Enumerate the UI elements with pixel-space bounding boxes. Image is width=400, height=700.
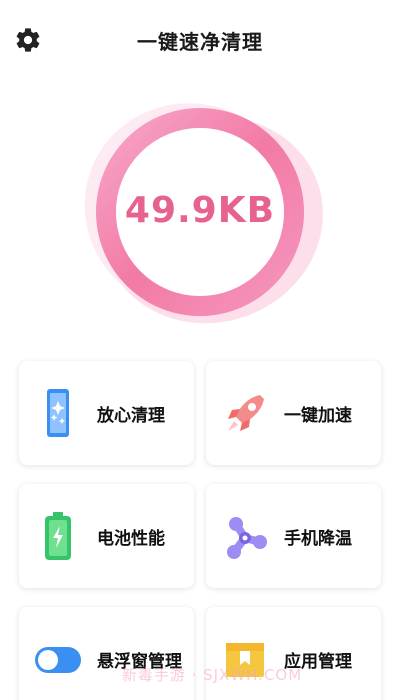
page-title: 一键速净清理 <box>137 30 263 54</box>
floating-window-button[interactable]: 悬浮窗管理 <box>19 607 194 700</box>
clean-button[interactable]: 放心清理 <box>19 361 194 465</box>
storage-meter[interactable]: 49.9KB <box>70 92 330 332</box>
storage-size-value: 49.9KB <box>124 190 276 231</box>
cool-down-button[interactable]: 手机降温 <box>206 484 381 588</box>
feature-label: 手机降温 <box>284 529 352 549</box>
battery-icon <box>45 512 71 560</box>
watermark: 新毒手游 · SJXWH.COM <box>121 666 303 684</box>
rocket-icon <box>228 395 264 431</box>
app-manager-button[interactable]: 应用管理 <box>206 607 381 700</box>
battery-button[interactable]: 电池性能 <box>19 484 194 588</box>
phone-sparkle-icon <box>47 389 69 437</box>
fan-icon <box>227 517 267 559</box>
app-header: 一键速净清理 <box>0 0 400 80</box>
speed-up-button[interactable]: 一键加速 <box>206 361 381 465</box>
feature-label: 电池性能 <box>97 529 165 549</box>
feature-label: 一键加速 <box>284 406 352 426</box>
feature-label: 放心清理 <box>97 406 165 426</box>
toggle-icon <box>35 647 81 673</box>
